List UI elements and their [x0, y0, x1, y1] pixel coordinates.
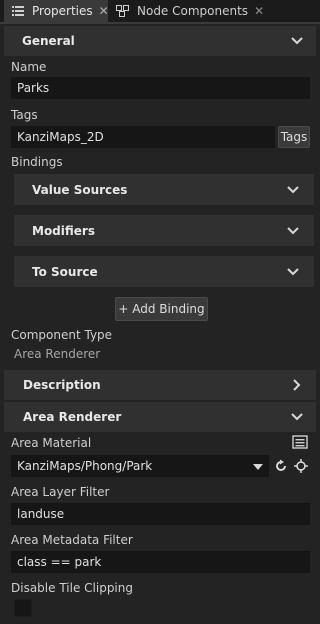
close-icon[interactable]: ✕	[254, 4, 264, 18]
section-value-sources[interactable]: Value Sources	[14, 174, 314, 205]
tab-node-components-label: Node Components	[137, 4, 249, 18]
section-general[interactable]: General	[4, 26, 316, 56]
reset-icon[interactable]	[273, 458, 289, 474]
component-type-value: Area Renderer	[14, 347, 101, 361]
modifiers-title: Modifiers	[32, 223, 95, 238]
chevron-down-icon	[286, 265, 300, 279]
name-field[interactable]: Parks	[11, 77, 310, 99]
tab-node-components[interactable]: Node Components ✕	[110, 0, 264, 22]
crosshair-icon[interactable]	[293, 458, 309, 474]
list-icon	[12, 6, 24, 16]
tab-underline	[0, 22, 320, 24]
chevron-down-icon	[286, 183, 300, 197]
chevron-down-icon	[290, 34, 304, 48]
add-binding-button[interactable]: + Add Binding	[115, 297, 208, 321]
to-source-title: To Source	[32, 264, 98, 279]
chevron-down-icon	[286, 224, 300, 238]
value-sources-title: Value Sources	[32, 182, 128, 197]
area-material-value: KanziMaps/Phong/Park	[17, 459, 153, 473]
bindings-label: Bindings	[11, 155, 63, 169]
description-title: Description	[23, 378, 101, 392]
section-description[interactable]: Description	[4, 370, 316, 400]
section-modifiers[interactable]: Modifiers	[14, 215, 314, 246]
section-area-renderer[interactable]: Area Renderer	[4, 402, 316, 432]
close-icon[interactable]: ✕	[99, 4, 109, 18]
chevron-right-icon	[290, 378, 304, 392]
tags-button[interactable]: Tags	[278, 126, 310, 148]
area-metadata-filter-field[interactable]: class == park	[11, 551, 310, 573]
material-preview-icon[interactable]	[291, 434, 309, 450]
area-layer-filter-field[interactable]: landuse	[11, 503, 310, 525]
area-layer-filter-label: Area Layer Filter	[11, 485, 110, 499]
area-renderer-title: Area Renderer	[23, 410, 122, 424]
chevron-down-icon	[290, 410, 304, 424]
area-material-label: Area Material	[11, 436, 92, 450]
component-type-label: Component Type	[11, 328, 113, 342]
dropdown-arrow-icon	[253, 459, 263, 473]
tab-properties-label: Properties	[32, 4, 93, 18]
area-metadata-filter-label: Area Metadata Filter	[11, 533, 133, 547]
tab-properties[interactable]: Properties ✕	[4, 0, 109, 22]
node-components-icon	[116, 5, 129, 17]
area-material-dropdown[interactable]: KanziMaps/Phong/Park	[11, 455, 269, 477]
section-to-source[interactable]: To Source	[14, 256, 314, 287]
section-general-title: General	[22, 34, 75, 48]
disable-tile-clipping-checkbox[interactable]	[14, 599, 32, 617]
disable-tile-clipping-label: Disable Tile Clipping	[11, 581, 133, 595]
tags-field[interactable]: KanziMaps_2D	[11, 126, 275, 148]
name-label: Name	[11, 60, 47, 74]
tags-label: Tags	[11, 108, 38, 122]
